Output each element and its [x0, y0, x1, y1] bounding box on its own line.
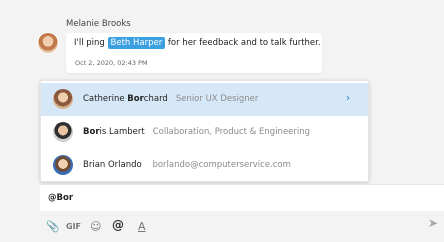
suggestion-name: Boris Lambert Collaboration, Product & En… [83, 127, 310, 137]
message-timestamp: Oct 2, 2020, 02:43 PM [75, 59, 148, 67]
suggestion-item[interactable]: Boris Lambert Collaboration, Product & En… [41, 116, 368, 149]
emoji-icon[interactable]: ☺ [90, 220, 101, 233]
name-match: Bor [83, 127, 100, 137]
suggestion-item[interactable]: Catherine Borchard Senior UX Designer › [41, 83, 368, 116]
chat-window: Melanie Brooks I'll ping Beth Harper for… [0, 0, 444, 242]
paperclip-icon[interactable]: 📎 [46, 220, 60, 233]
mention-chip[interactable]: Beth Harper [107, 37, 166, 49]
name-suffix: chard [143, 94, 168, 104]
sender-avatar [38, 33, 58, 53]
message-bubble: I'll ping Beth Harper for her feedback a… [66, 33, 322, 73]
suggestion-name: Catherine Borchard Senior UX Designer [83, 94, 258, 104]
name-match: Bor [127, 94, 144, 104]
mention-suggestions-dropdown: Catherine Borchard Senior UX Designer › B… [40, 80, 369, 182]
avatar [53, 122, 73, 142]
suggestion-name: Brian Orlando borlando@computerservice.c… [83, 160, 291, 170]
message-input[interactable]: @Bor [48, 193, 73, 203]
message-text-before: I'll ping [74, 38, 108, 48]
message-composer[interactable]: @Bor [40, 184, 444, 211]
name-prefix: Catherine [83, 94, 128, 104]
composer-toolbar: 📎 GIF ☺ @ A [40, 216, 444, 238]
gif-button[interactable]: GIF [66, 222, 81, 231]
message-text-after: for her feedback and to talk further. [165, 38, 321, 48]
suggestion-subtitle: Senior UX Designer [175, 94, 259, 104]
send-icon[interactable]: ➤ [428, 216, 438, 230]
avatar [53, 155, 73, 175]
suggestion-item[interactable]: Brian Orlando borlando@computerservice.c… [41, 149, 368, 182]
name-suffix: is Lambert [99, 127, 145, 137]
suggestion-subtitle: Collaboration, Product & Engineering [152, 127, 311, 137]
text-format-icon[interactable]: A [138, 220, 146, 233]
message-text: I'll ping Beth Harper for her feedback a… [74, 37, 321, 49]
name-prefix: Brian Orlando [83, 160, 145, 170]
mention-at-button[interactable]: @ [112, 218, 124, 232]
chevron-right-icon: › [346, 93, 350, 104]
suggestion-subtitle: borlando@computerservice.com [152, 160, 291, 170]
avatar [53, 89, 73, 109]
message-sender: Melanie Brooks [66, 19, 131, 29]
